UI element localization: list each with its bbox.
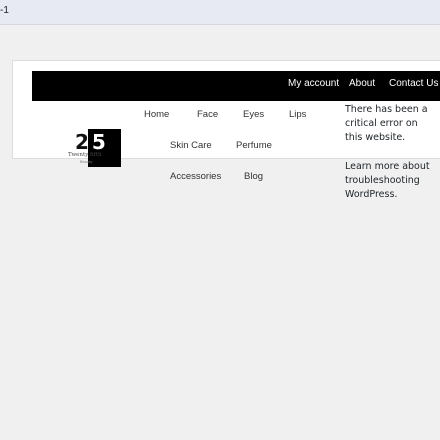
nav-item-face[interactable]: Face (197, 109, 218, 120)
nav-item-lips[interactable]: Lips (289, 109, 306, 120)
browser-tab-title[interactable]: -1 (0, 5, 9, 16)
site-logo[interactable]: 2 5 Twenty fifth Beauty (68, 128, 122, 168)
nav-item-home[interactable]: Home (144, 109, 169, 120)
nav-item-blog[interactable]: Blog (244, 171, 263, 182)
critical-error-message: There has been a critical error on this … (345, 104, 428, 143)
nav-item-eyes[interactable]: Eyes (243, 109, 264, 120)
logo-number-last-digit: 5 (91, 130, 106, 154)
nav-item-accessories[interactable]: Accessories (170, 171, 221, 182)
logo-number: 2 5 (75, 130, 106, 154)
logo-name: Twenty fifth (68, 152, 102, 158)
contact-us-link[interactable]: Contact Us (389, 78, 438, 89)
top-bar (32, 71, 440, 101)
logo-tagline: Beauty (80, 160, 93, 164)
my-account-link[interactable]: My account (288, 78, 339, 89)
nav-item-perfume[interactable]: Perfume (236, 140, 272, 151)
nav-item-skin-care[interactable]: Skin Care (170, 140, 212, 151)
troubleshooting-link[interactable]: Learn more about troubleshooting WordPre… (345, 160, 437, 202)
about-link[interactable]: About (349, 78, 375, 89)
browser-tab-strip: -1 (0, 0, 440, 25)
